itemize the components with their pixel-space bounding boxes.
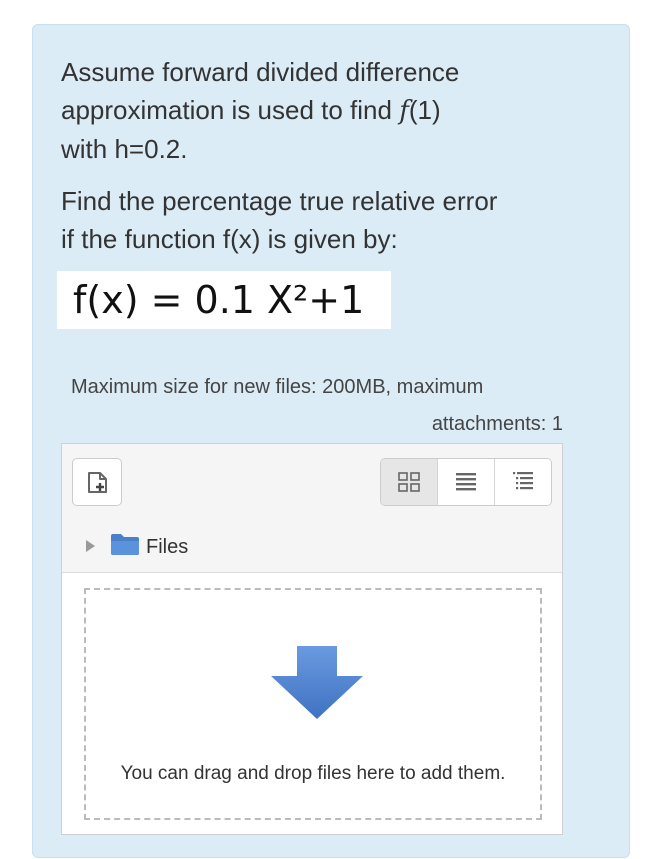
file-manager: Files You can drag and drop files here t… bbox=[61, 443, 563, 835]
path-label-files[interactable]: Files bbox=[146, 535, 188, 559]
add-file-icon bbox=[88, 472, 107, 493]
function-symbol: f bbox=[399, 96, 409, 126]
question-line: if the function f(x) is given by: bbox=[61, 224, 398, 254]
view-list-button[interactable] bbox=[438, 459, 495, 505]
tree-view-icon bbox=[513, 472, 533, 490]
view-icons-button[interactable] bbox=[381, 459, 438, 505]
question-line: with h=0.2. bbox=[61, 134, 188, 164]
question-line: Find the percentage true relative error bbox=[61, 186, 498, 216]
drop-zone[interactable]: You can drag and drop files here to add … bbox=[84, 588, 542, 820]
drop-instructions: You can drag and drop files here to add … bbox=[120, 763, 506, 784]
view-mode-group bbox=[380, 458, 552, 506]
expand-triangle-icon[interactable] bbox=[86, 540, 95, 552]
formula-image: f(x) = 0.1 X²+1 bbox=[57, 271, 391, 329]
upload-limits: Maximum size for new files: 200MB, maxim… bbox=[71, 369, 563, 443]
question-text: Assume forward divided difference approx… bbox=[61, 53, 601, 258]
question-line: approximation is used to find bbox=[61, 95, 400, 125]
upload-limits-line-2: attachments: 1 bbox=[431, 413, 563, 435]
list-view-icon bbox=[456, 473, 476, 491]
formula-text: f(x) = 0.1 X²+1 bbox=[73, 278, 365, 322]
question-line: (1) bbox=[408, 95, 441, 125]
grid-view-icon bbox=[398, 472, 420, 492]
add-file-button[interactable] bbox=[72, 458, 122, 506]
file-manager-toolbar bbox=[62, 444, 562, 521]
folder-icon bbox=[111, 534, 139, 555]
file-path-bar: Files bbox=[62, 520, 562, 573]
view-tree-button[interactable] bbox=[495, 459, 551, 505]
question-line: Assume forward divided difference bbox=[61, 57, 460, 87]
upload-limits-line-1: Maximum size for new files: 200MB, maxim… bbox=[71, 376, 484, 398]
question-paragraph-2: Find the percentage true relative error … bbox=[61, 182, 601, 258]
question-paragraph-1: Assume forward divided difference approx… bbox=[61, 53, 601, 168]
question-card: Assume forward divided difference approx… bbox=[32, 24, 630, 858]
download-arrow-icon bbox=[271, 646, 363, 719]
